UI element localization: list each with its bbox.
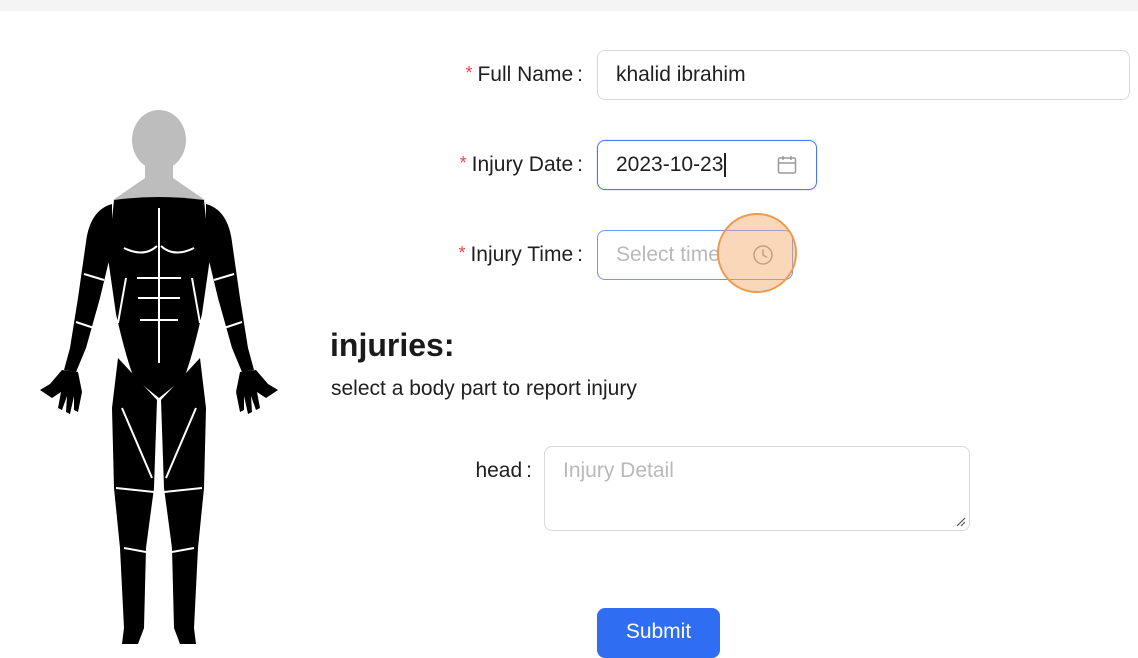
body-diagram (40, 110, 278, 644)
head-injury-detail-placeholder: Injury Detail (563, 459, 674, 482)
injury-date-label-row: * Injury Date : (460, 151, 583, 179)
body-part-left-hand[interactable] (40, 370, 82, 414)
label-colon: : (577, 63, 583, 86)
clock-icon[interactable] (752, 244, 774, 266)
required-mark: * (459, 152, 467, 173)
injury-date-input[interactable]: 2023-10-23 (597, 140, 817, 190)
text-caret (724, 153, 726, 177)
required-mark: * (465, 62, 473, 83)
calendar-icon[interactable] (776, 154, 798, 176)
injury-time-input[interactable]: Select time (597, 230, 793, 280)
label-colon: : (526, 459, 532, 482)
label-colon: : (577, 243, 583, 266)
required-mark: * (458, 242, 466, 263)
head-label-row: head : (475, 457, 532, 485)
injuries-instruction: select a body part to report injury (331, 377, 637, 400)
submit-button[interactable]: Submit (597, 608, 720, 658)
top-bar (0, 0, 1138, 11)
injury-time-label-row: * Injury Time : (458, 241, 583, 269)
body-part-right-leg[interactable] (161, 358, 206, 644)
body-part-right-hand[interactable] (236, 370, 278, 414)
injury-time-label: Injury Time (470, 243, 574, 266)
body-part-left-leg[interactable] (112, 358, 157, 644)
head-label: head (475, 459, 523, 482)
injury-date-label: Injury Date (471, 153, 574, 176)
full-name-value: khalid ibrahim (616, 63, 746, 86)
body-part-right-arm[interactable] (206, 204, 254, 372)
injuries-heading: injuries: (330, 327, 455, 363)
full-name-label: Full Name (477, 63, 574, 86)
body-part-left-arm[interactable] (64, 204, 112, 372)
resize-grip-icon[interactable] (954, 515, 966, 527)
label-colon: : (577, 153, 583, 176)
injury-time-placeholder: Select time (616, 243, 720, 266)
full-name-label-row: * Full Name : (465, 61, 583, 89)
head-injury-detail-textarea[interactable]: Injury Detail (544, 446, 970, 531)
body-part-head[interactable] (113, 110, 205, 206)
full-name-input[interactable]: khalid ibrahim (597, 50, 1130, 100)
injury-date-value: 2023-10-23 (616, 153, 724, 176)
